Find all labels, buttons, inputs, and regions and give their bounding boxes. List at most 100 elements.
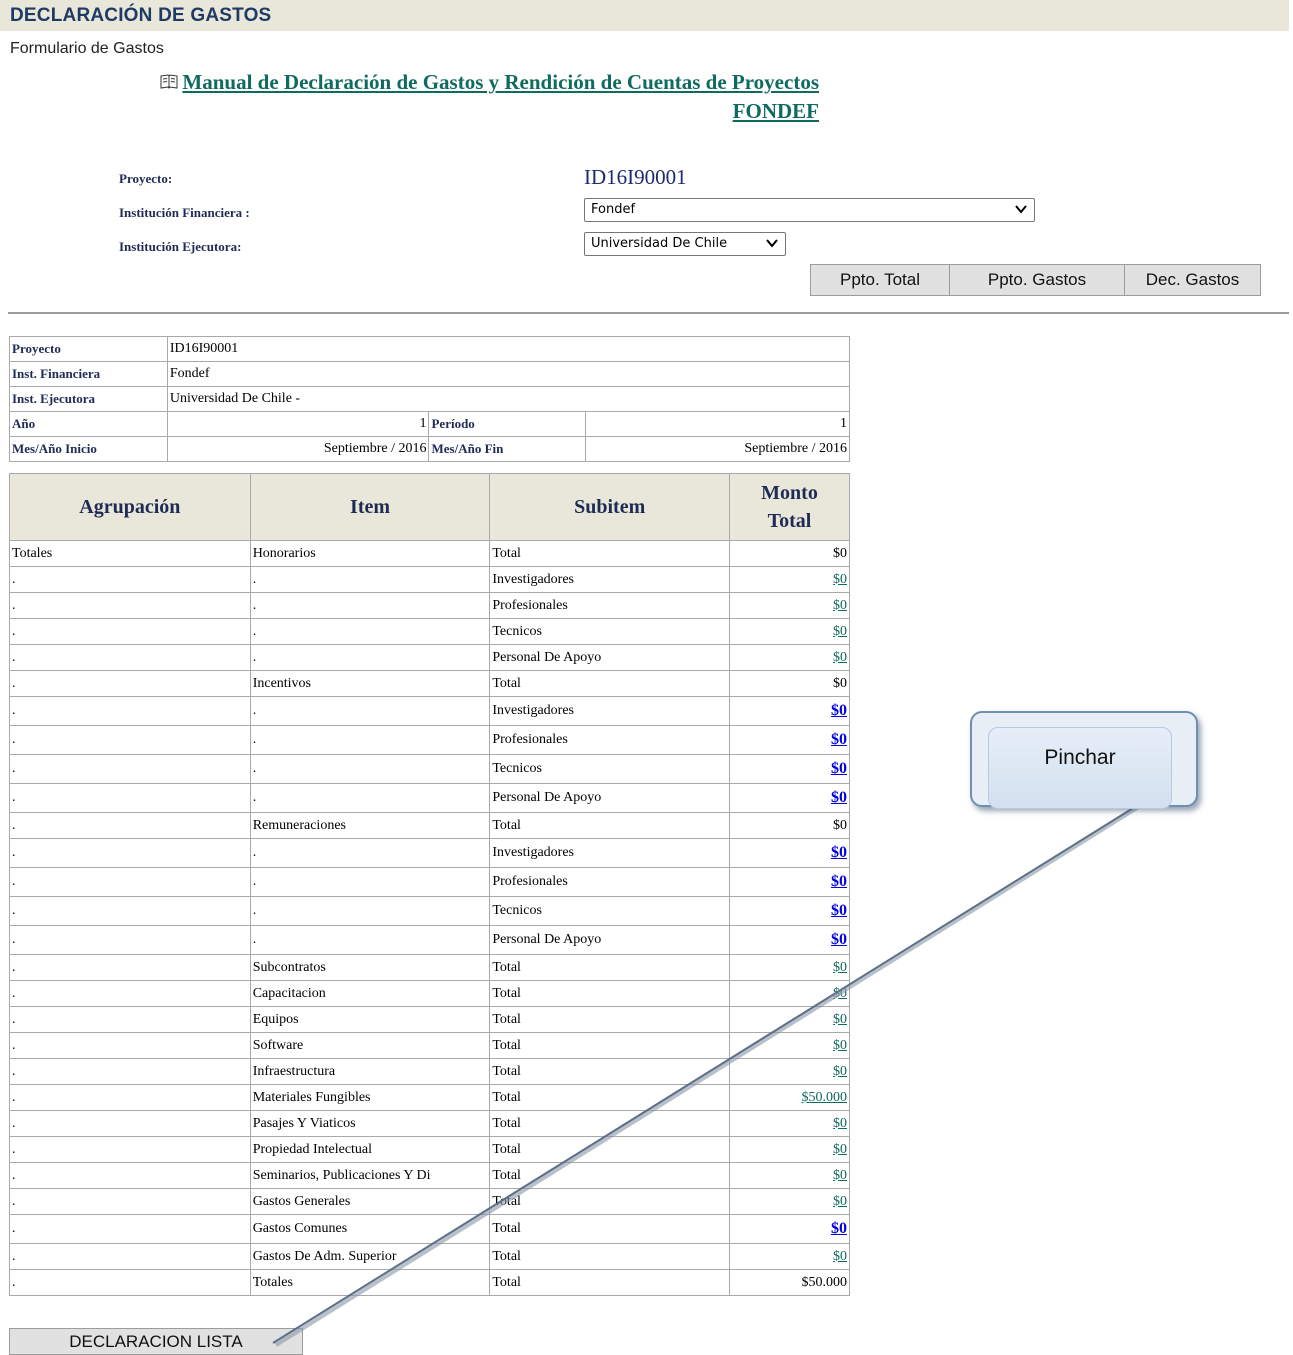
monto-link[interactable]: $0 [831,731,847,748]
table-row: .. Personal De Apoyo $0 [9,783,850,813]
cell-subitem: Tecnicos [489,754,731,784]
page-header: DECLARACIÓN DE GASTOS [0,0,1289,31]
table-row: .. Profesionales $0 [9,592,850,619]
inst-financiera-selected: Fondef [591,202,636,217]
table-row: .. Investigadores $0 [9,696,850,726]
cell-subitem: Personal De Apoyo [489,644,731,671]
cell-subitem: Total [489,1032,731,1059]
cell-subitem: Tecnicos [489,896,731,926]
cell-agrup: . [9,1269,251,1296]
declaracion-lista-button[interactable]: DECLARACION LISTA [9,1328,303,1355]
info-label: Inst. Ejecutora [9,386,168,412]
chevron-down-icon [766,239,778,248]
cell-monto: $0 [729,1214,850,1244]
ppto-total-button[interactable]: Ppto. Total [810,264,950,296]
info-value: 1 [166,411,430,437]
inst-ejecutora-select[interactable]: Universidad De Chile [584,232,786,256]
cell-agrup: . [9,1032,251,1059]
monto-link[interactable]: $0 [833,1142,847,1157]
manual-link-line1: Manual de Declaración de Gastos y Rendic… [182,70,819,94]
cell-monto: $0 [729,754,850,784]
monto-link[interactable]: $0 [833,960,847,975]
cell-subitem: Personal De Apoyo [489,783,731,813]
cell-item: . [249,783,491,813]
proyecto-value: ID16I90001 [584,165,687,189]
cell-monto: $0 [729,812,850,839]
cell-item: Capacitacion [249,980,491,1007]
cell-subitem: Total [489,1162,731,1189]
monto-link[interactable]: $0 [833,1249,847,1264]
cell-item: Seminarios, Publicaciones Y Di [249,1162,491,1189]
cell-subitem: Profesionales [489,592,731,619]
cell-monto: $0 [729,783,850,813]
cell-item: . [249,618,491,645]
monto-link[interactable]: $0 [833,1116,847,1131]
divider [8,312,1289,314]
cell-subitem: Total [489,540,731,567]
monto-link[interactable]: $0 [831,702,847,719]
cell-item: Propiedad Intelectual [249,1136,491,1163]
monto-link[interactable]: $0 [833,1168,847,1183]
monto-link[interactable]: $0 [831,902,847,919]
cell-item: . [249,696,491,726]
monto-link[interactable]: $0 [833,624,847,639]
monto-link[interactable]: $0 [833,986,847,1001]
info-value: Septiembre / 2016 [585,436,850,462]
cell-agrup: . [9,696,251,726]
table-row: . Subcontratos Total $0 [9,954,850,981]
monto-link[interactable]: $0 [833,1064,847,1079]
info-value: ID16I90001 [166,336,851,362]
monto-link[interactable]: $0 [831,760,847,777]
cell-monto: $0 [729,896,850,926]
callout-box: Pinchar [970,711,1198,809]
project-info-table: Proyecto ID16I90001 Inst. Financiera Fon… [9,336,851,462]
monto-link[interactable]: $0 [833,1038,847,1053]
info-value: Universidad De Chile - [166,386,851,412]
cell-monto: $0 [729,618,850,645]
monto-link[interactable]: $0 [831,1220,847,1237]
cell-subitem: Total [489,1214,731,1244]
cell-agrup: . [9,1136,251,1163]
cell-item: . [249,838,491,868]
table-row: .. Personal De Apoyo $0 [9,644,850,671]
cell-item: Totales [249,1269,491,1296]
cell-monto: $0 [729,696,850,726]
monto-link[interactable]: $0 [833,1012,847,1027]
cell-monto: $50.000 [729,1084,850,1111]
inst-ejecutora-selected: Universidad De Chile [591,236,728,251]
manual-link[interactable]: Manual de Declaración de Gastos y Rendic… [160,70,819,123]
info-value: Fondef [166,361,851,387]
cell-item: Pasajes Y Viaticos [249,1110,491,1137]
proyecto-label: Proyecto: [119,171,173,186]
table-row: .. Investigadores $0 [9,566,850,593]
cell-agrup: . [9,670,251,697]
ppto-gastos-button[interactable]: Ppto. Gastos [949,264,1125,296]
cell-agrup: . [9,954,251,981]
cell-item: Materiales Fungibles [249,1084,491,1111]
monto-link[interactable]: $0 [833,572,847,587]
cell-subitem: Total [489,1136,731,1163]
cell-monto: $0 [729,1032,850,1059]
cell-agrup: . [9,1162,251,1189]
monto-value: $0 [833,675,847,691]
cell-agrup: . [9,896,251,926]
monto-link[interactable]: $0 [831,844,847,861]
cell-agrup: . [9,1243,251,1270]
cell-item: . [249,644,491,671]
monto-link[interactable]: $0 [833,598,847,613]
inst-ejecutora-label: Institución Ejecutora: [119,239,242,254]
info-value: 1 [585,411,850,437]
monto-link[interactable]: $0 [833,1194,847,1209]
dec-gastos-button[interactable]: Dec. Gastos [1124,264,1261,296]
monto-link[interactable]: $0 [833,650,847,665]
monto-link[interactable]: $0 [831,873,847,890]
table-row: . Materiales Fungibles Total $50.000 [9,1084,850,1111]
monto-link[interactable]: $0 [831,931,847,948]
inst-financiera-select[interactable]: Fondef [584,198,1035,222]
page-title: DECLARACIÓN DE GASTOS [10,5,272,26]
monto-link[interactable]: $0 [831,789,847,806]
cell-item: Remuneraciones [249,812,491,839]
cell-monto: $0 [729,925,850,955]
monto-link[interactable]: $50.000 [802,1090,848,1105]
cell-monto: $0 [729,670,850,697]
